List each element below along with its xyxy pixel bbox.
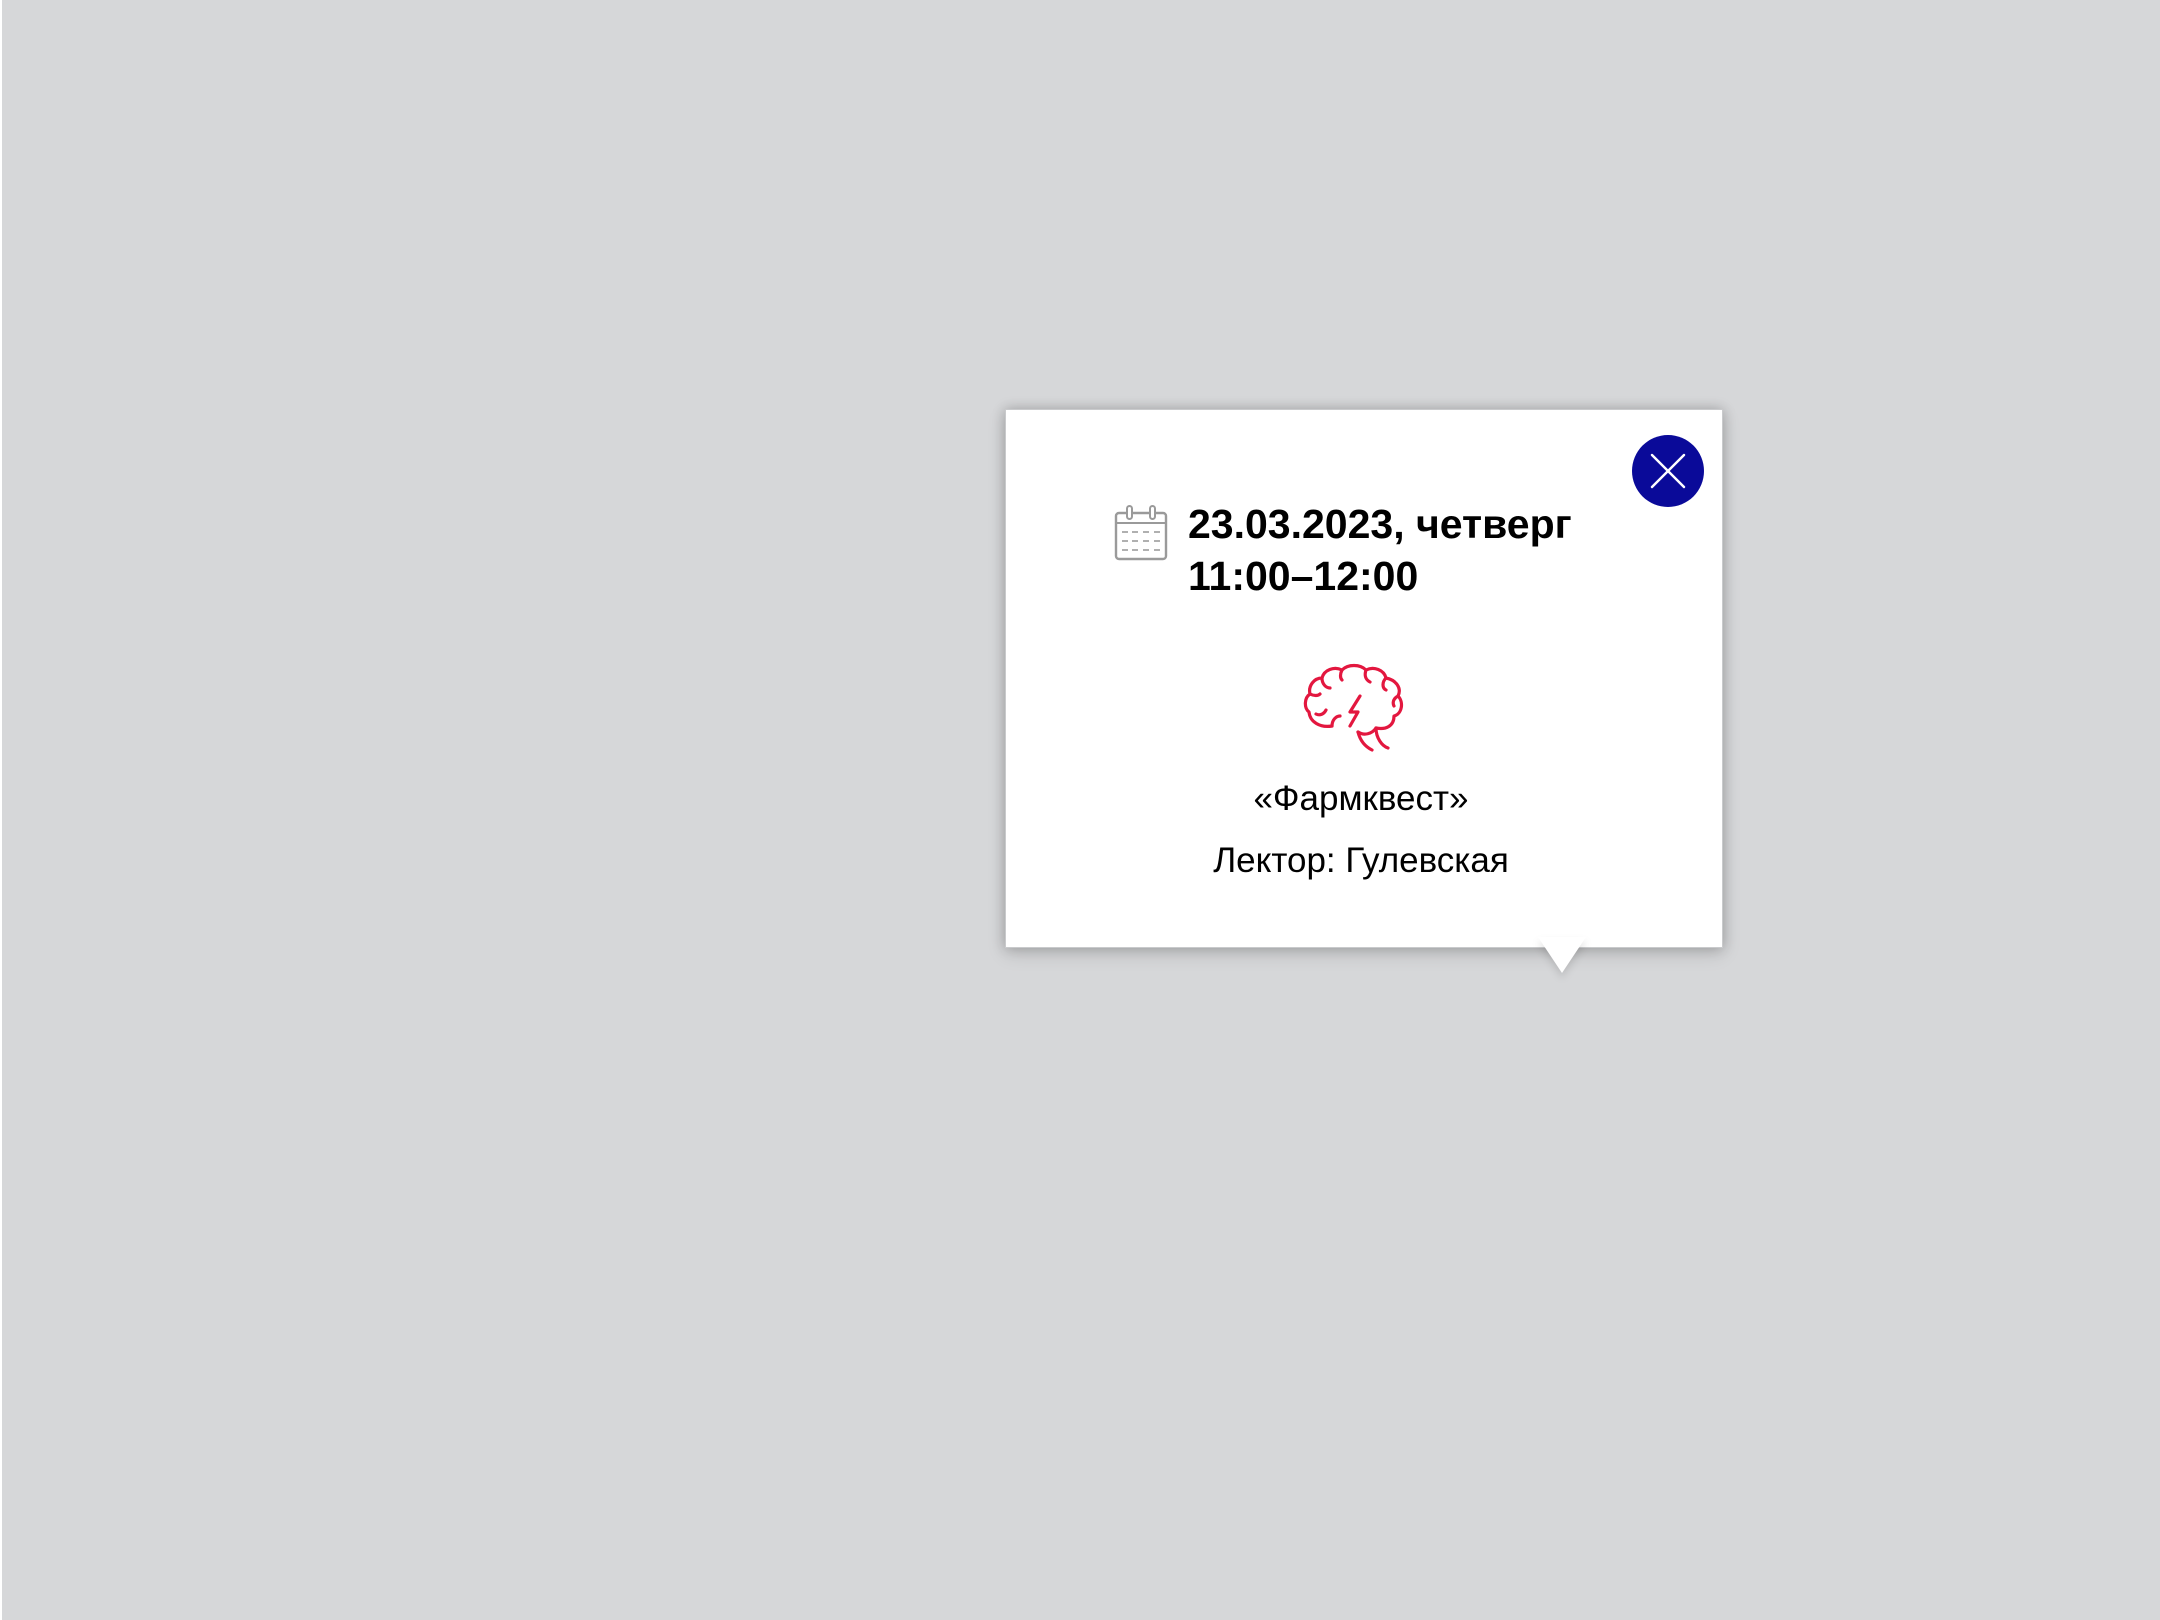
event-date: 23.03.2023, четверг [1188, 501, 1572, 547]
calendar-icon [1114, 505, 1168, 561]
popup-pointer [1538, 937, 1586, 973]
page-edge [0, 0, 2, 1620]
brain-lightning-icon [1303, 663, 1404, 752]
event-time: 11:00–12:00 [1188, 553, 1419, 599]
close-icon [1650, 453, 1686, 489]
event-title: «Фармквест» [1253, 779, 1469, 818]
close-button[interactable] [1632, 435, 1704, 507]
event-lector: Лектор: Гулевская [1213, 841, 1509, 880]
